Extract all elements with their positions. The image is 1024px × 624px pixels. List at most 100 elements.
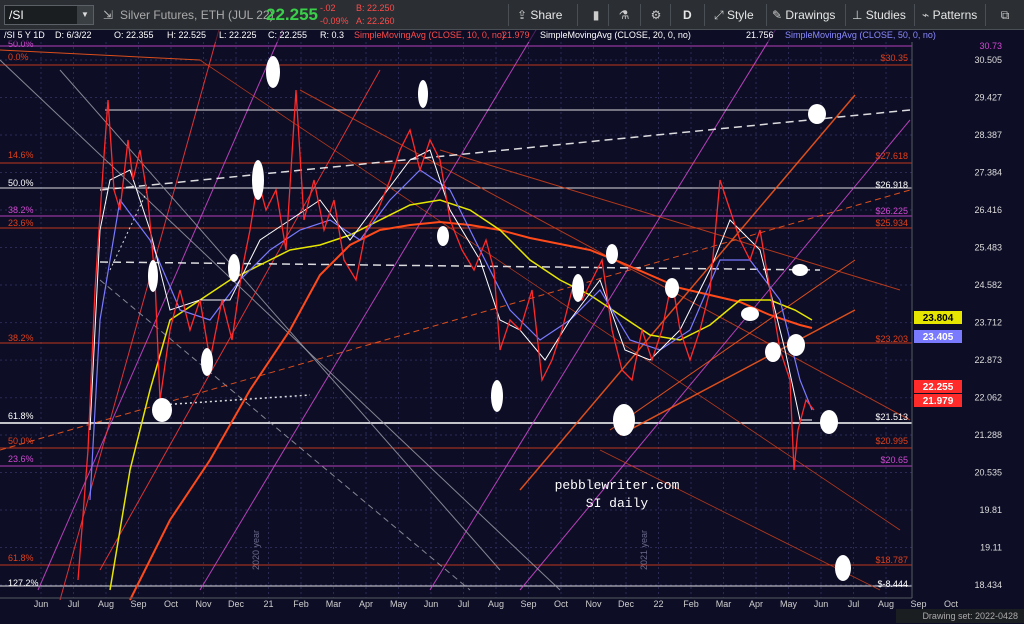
fib-right-label: $26.225 <box>875 206 908 216</box>
time-tick-label: Dec <box>618 599 635 609</box>
price-tick-label: 19.11 <box>980 542 1002 552</box>
time-tick-label: Sep <box>520 599 536 609</box>
header-sma20-value: 21.756 <box>746 30 774 40</box>
price-tick-label: 23.712 <box>974 318 1002 328</box>
patterns-icon: ⌁ <box>922 8 930 22</box>
fib-left-label: 61.8% <box>8 553 34 563</box>
price-tick-label: 18.434 <box>974 580 1002 590</box>
flask-icon[interactable]: ⚗ <box>616 0 632 30</box>
style-label: Style <box>726 8 754 22</box>
toolbar-separator <box>985 4 986 26</box>
bookmark-icon[interactable]: ▮ <box>588 0 604 30</box>
price-tick-label: 19.81 <box>979 505 1002 515</box>
fib-right-label: $21.513 <box>875 412 908 422</box>
time-tick-label: Jul <box>458 599 470 609</box>
time-tick-label: Jul <box>68 599 80 609</box>
time-tick-label: Oct <box>944 599 959 609</box>
patterns-label: Patterns <box>932 8 978 22</box>
header-open: O: 22.355 <box>114 30 154 40</box>
watermark-line2: SI daily <box>586 496 649 511</box>
share-button[interactable]: ⇪ Share <box>517 0 562 30</box>
highlight-marker <box>808 104 826 124</box>
fib-left-label: 50.0% <box>8 178 34 188</box>
price-tick-label: 20.535 <box>974 468 1002 478</box>
chart-background <box>0 30 1024 624</box>
highlight-marker <box>665 278 679 298</box>
time-tick-label: Jun <box>814 599 829 609</box>
time-tick-label: Jun <box>34 599 49 609</box>
toolbar-separator <box>704 4 705 26</box>
style-icon: ⤢ <box>714 8 724 22</box>
time-tick-label: Apr <box>359 599 373 609</box>
highlight-marker <box>787 334 805 356</box>
highlight-marker <box>228 254 240 282</box>
header-sma20-label: SimpleMovingAvg (CLOSE, 20, 0, no) <box>540 30 691 40</box>
price-tick-label: 29.427 <box>974 92 1002 102</box>
expand-icon[interactable]: ⇲ <box>100 0 116 30</box>
fib-left-label: 23.6% <box>8 454 34 464</box>
highlight-marker <box>572 274 584 302</box>
toolbar-separator <box>766 4 767 26</box>
bid-price: B: 22.250 <box>356 3 395 13</box>
fib-left-label: 38.2% <box>8 205 34 215</box>
fib-left-label: 38.2% <box>8 333 34 343</box>
symbol-dropdown-icon[interactable]: ▼ <box>77 6 93 24</box>
price-box-label: 21.979 <box>923 396 954 407</box>
price-box-label: 23.405 <box>923 332 954 343</box>
drawing-set-label: Drawing set: 2022-0428 <box>922 611 1018 621</box>
header-date: D: 6/3/22 <box>55 30 92 40</box>
patterns-button[interactable]: ⌁ Patterns <box>922 0 977 30</box>
fib-right-label: $18.787 <box>875 555 908 565</box>
highlight-marker <box>765 342 781 362</box>
symbol-input[interactable]: /SI ▼ <box>4 5 94 25</box>
toolbar-separator <box>508 4 509 26</box>
year-label: 2020 year <box>251 530 261 570</box>
fib-left-label: 0.0% <box>8 52 29 62</box>
header-close: C: 22.255 <box>268 30 307 40</box>
watermark-line1: pebblewriter.com <box>555 478 680 493</box>
fib-left-label: 14.6% <box>8 150 34 160</box>
toolbar-separator <box>640 4 641 26</box>
header-low: L: 22.225 <box>219 30 257 40</box>
time-tick-label: Sep <box>130 599 146 609</box>
price-tick-label: 27.384 <box>974 167 1002 177</box>
header-sma10-value: 21.979 <box>502 30 530 40</box>
price-tick-label: 24.582 <box>974 280 1002 290</box>
price-box-label: 22.255 <box>923 382 954 393</box>
time-tick-label: Sep <box>910 599 926 609</box>
interval-button[interactable]: D <box>683 0 692 30</box>
more-icon[interactable]: ⧉ <box>995 0 1015 30</box>
time-tick-label: Nov <box>585 599 602 609</box>
time-tick-label: Jun <box>424 599 439 609</box>
highlight-marker <box>835 555 851 581</box>
fib-left-label: 50.0% <box>8 436 34 446</box>
style-button[interactable]: ⤢ Style <box>714 0 754 30</box>
highlight-marker <box>792 264 808 276</box>
fib-left-label: 61.8% <box>8 411 34 421</box>
header-range: R: 0.3 <box>320 30 344 40</box>
fib-left-label: 23.6% <box>8 218 34 228</box>
symbol-description: Silver Futures, ETH (JUL 22) <box>120 8 274 22</box>
share-label: Share <box>530 8 563 22</box>
time-tick-label: Nov <box>195 599 212 609</box>
price-tick-label: 28.387 <box>974 130 1002 140</box>
studies-button[interactable]: ⊥ Studies <box>852 0 906 30</box>
fib-right-label: $27.618 <box>875 151 908 161</box>
header-high: H: 22.525 <box>167 30 206 40</box>
chart-header: /SI 5 Y 1D D: 6/3/22 O: 22.355 H: 22.525… <box>4 30 936 40</box>
toolbar-separator <box>577 4 578 26</box>
time-tick-label: 22 <box>653 599 663 609</box>
highlight-marker <box>418 80 428 108</box>
time-tick-label: May <box>390 599 408 609</box>
time-tick-label: Jul <box>848 599 860 609</box>
drawings-button[interactable]: ✎ Drawings <box>772 0 835 30</box>
share-icon: ⇪ <box>517 8 528 22</box>
time-tick-label: Apr <box>749 599 763 609</box>
symbol-text: /SI <box>9 8 24 22</box>
price-chart[interactable]: 2020 year 2021 year 50.0% 0.0% 14.6% 50.0% 38.… <box>0 30 1024 624</box>
header-sma50-value: 30.73 <box>979 41 1002 51</box>
gear-icon[interactable]: ⚙ <box>648 0 664 30</box>
drawings-icon: ✎ <box>772 8 783 22</box>
year-label: 2021 year <box>639 530 649 570</box>
price-change-pct: -0.09% <box>320 16 349 26</box>
